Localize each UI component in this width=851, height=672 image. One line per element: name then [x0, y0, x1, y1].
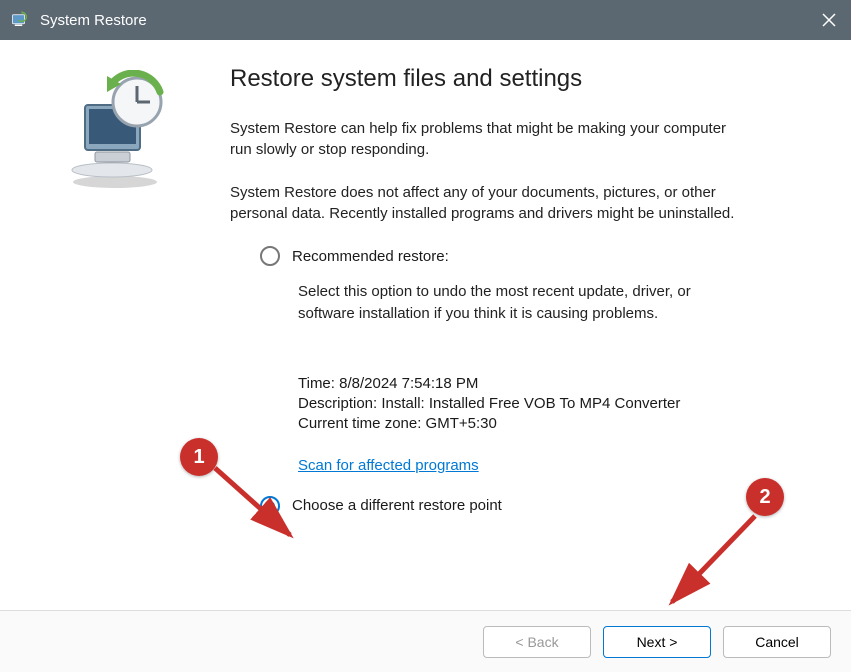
annotation-callout-1: 1	[180, 438, 218, 476]
intro-text-2: System Restore does not affect any of yo…	[230, 182, 750, 224]
radio-recommended[interactable]	[260, 246, 280, 266]
scan-affected-programs-link[interactable]: Scan for affected programs	[298, 457, 479, 474]
footer-buttons: < Back Next > Cancel	[0, 610, 851, 672]
window-title: System Restore	[40, 12, 147, 29]
restore-time: Time: 8/8/2024 7:54:18 PM	[298, 375, 811, 392]
left-pane	[0, 40, 230, 610]
system-restore-icon	[55, 70, 175, 190]
restore-timezone: Current time zone: GMT+5:30	[298, 415, 811, 432]
choose-different-label: Choose a different restore point	[292, 497, 502, 514]
restore-description: Description: Install: Installed Free VOB…	[298, 395, 811, 412]
recommended-label: Recommended restore:	[292, 248, 449, 265]
recommended-description: Select this option to undo the most rece…	[298, 281, 728, 325]
page-heading: Restore system files and settings	[230, 65, 811, 93]
cancel-button[interactable]: Cancel	[723, 626, 831, 658]
content-area: Restore system files and settings System…	[0, 40, 851, 610]
recommended-restore-option[interactable]: Recommended restore:	[260, 246, 811, 266]
annotation-callout-2: 2	[746, 478, 784, 516]
titlebar: System Restore	[0, 0, 851, 40]
app-icon	[10, 10, 30, 30]
close-button[interactable]	[817, 8, 841, 32]
restore-details: Time: 8/8/2024 7:54:18 PM Description: I…	[298, 375, 811, 474]
next-button[interactable]: Next >	[603, 626, 711, 658]
back-button: < Back	[483, 626, 591, 658]
options-group: Recommended restore: Select this option …	[260, 246, 811, 516]
choose-different-option[interactable]: Choose a different restore point	[260, 496, 811, 516]
main-pane: Restore system files and settings System…	[230, 40, 851, 610]
intro-text-1: System Restore can help fix problems tha…	[230, 118, 750, 160]
close-icon	[821, 12, 837, 28]
radio-choose-different[interactable]	[260, 496, 280, 516]
